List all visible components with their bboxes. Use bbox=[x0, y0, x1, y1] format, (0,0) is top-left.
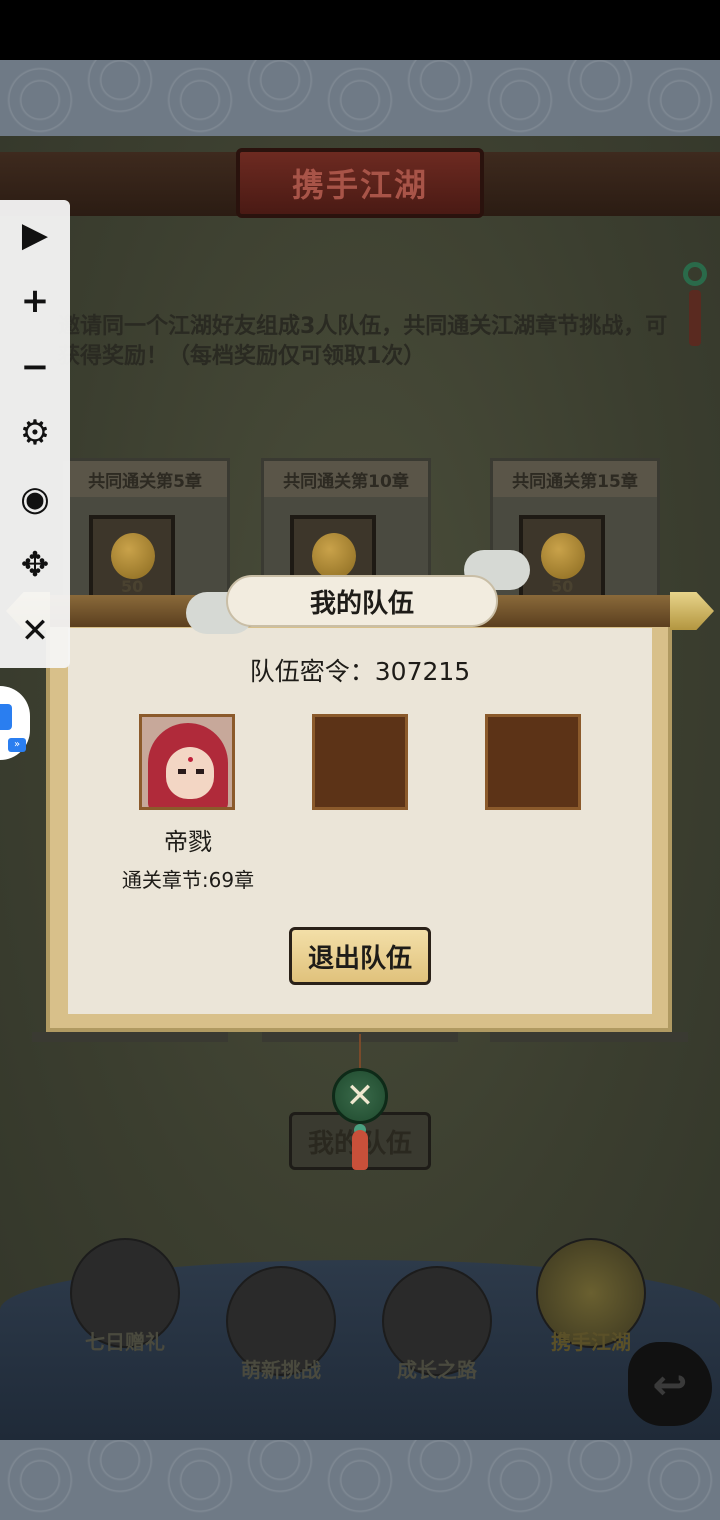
reward-card-label: 共同通关第5章 bbox=[63, 461, 227, 497]
team-slot-1[interactable] bbox=[139, 714, 235, 810]
assistant-icon bbox=[0, 704, 12, 730]
jade-pendant-icon bbox=[683, 262, 707, 286]
tassel-icon bbox=[689, 290, 701, 346]
team-slot-2-empty[interactable] bbox=[312, 714, 408, 810]
zoom-out-icon[interactable]: − bbox=[12, 344, 58, 390]
card-edge bbox=[32, 1032, 228, 1042]
hide-eye-icon[interactable]: ◉ bbox=[12, 476, 58, 522]
avatar-face bbox=[166, 747, 214, 799]
nav-label: 携手江湖 bbox=[551, 1330, 631, 1354]
reward-card-label: 共同通关第15章 bbox=[493, 461, 657, 497]
reward-slot: 50 bbox=[519, 515, 605, 601]
reward-amount: 50 bbox=[551, 577, 574, 596]
card-edge bbox=[490, 1032, 688, 1042]
team-slot-3-empty[interactable] bbox=[485, 714, 581, 810]
nav-seven-day-gift[interactable]: 七日赠礼 bbox=[70, 1238, 180, 1355]
status-bar bbox=[0, 0, 720, 60]
play-icon[interactable]: ▶ bbox=[12, 212, 58, 258]
reward-slot: 50 bbox=[89, 515, 175, 601]
page-title: 携手江湖 bbox=[291, 166, 428, 204]
gourd-icon bbox=[111, 533, 155, 579]
modal-title-plate: 我的队伍 bbox=[226, 575, 498, 627]
tassel-icon bbox=[352, 1130, 368, 1170]
reward-card-label: 共同通关第10章 bbox=[264, 461, 428, 497]
leave-team-button[interactable]: 退出队伍 bbox=[289, 927, 431, 985]
avatar-eye bbox=[178, 769, 186, 774]
nav-label: 萌新挑战 bbox=[241, 1358, 321, 1382]
avatar-mark bbox=[188, 757, 193, 762]
nav-join-hands[interactable]: 携手江湖 bbox=[536, 1238, 646, 1355]
cloud-pattern-top bbox=[0, 60, 720, 136]
member-name: 帝戮 bbox=[164, 828, 212, 856]
avatar-eye bbox=[196, 769, 204, 774]
nav-label: 七日赠礼 bbox=[85, 1330, 165, 1354]
nav-growth-path[interactable]: 成长之路 bbox=[382, 1266, 492, 1383]
close-icon[interactable]: ✕ bbox=[12, 608, 58, 654]
modal-title: 我的队伍 bbox=[309, 588, 414, 619]
gear-icon[interactable]: ⚙ bbox=[12, 410, 58, 456]
zoom-in-icon[interactable]: + bbox=[12, 278, 58, 324]
team-code: 队伍密令：307215 bbox=[249, 657, 471, 686]
modal-close-button[interactable]: ✕ bbox=[332, 1068, 388, 1124]
gourd-icon bbox=[541, 533, 585, 579]
move-icon[interactable]: ✥ bbox=[12, 542, 58, 588]
gourd-icon bbox=[312, 533, 356, 579]
reward-amount: 50 bbox=[121, 577, 144, 596]
nav-novice-challenge[interactable]: 萌新挑战 bbox=[226, 1266, 336, 1383]
intro-text: 邀请同一个江湖好友组成3人队伍，共同通关江湖章节挑战，可获得奖励！（每档奖励仅可… bbox=[58, 314, 668, 369]
floating-toolbar: ▶ + − ⚙ ◉ ✥ ✕ bbox=[0, 200, 70, 668]
fast-forward-icon: » bbox=[8, 738, 26, 752]
cloud-pattern-bottom bbox=[0, 1440, 720, 1520]
nav-label: 成长之路 bbox=[397, 1358, 477, 1382]
page-title-plaque: 携手江湖 bbox=[236, 148, 484, 218]
member-chapter: 通关章节:69章 bbox=[121, 868, 255, 892]
